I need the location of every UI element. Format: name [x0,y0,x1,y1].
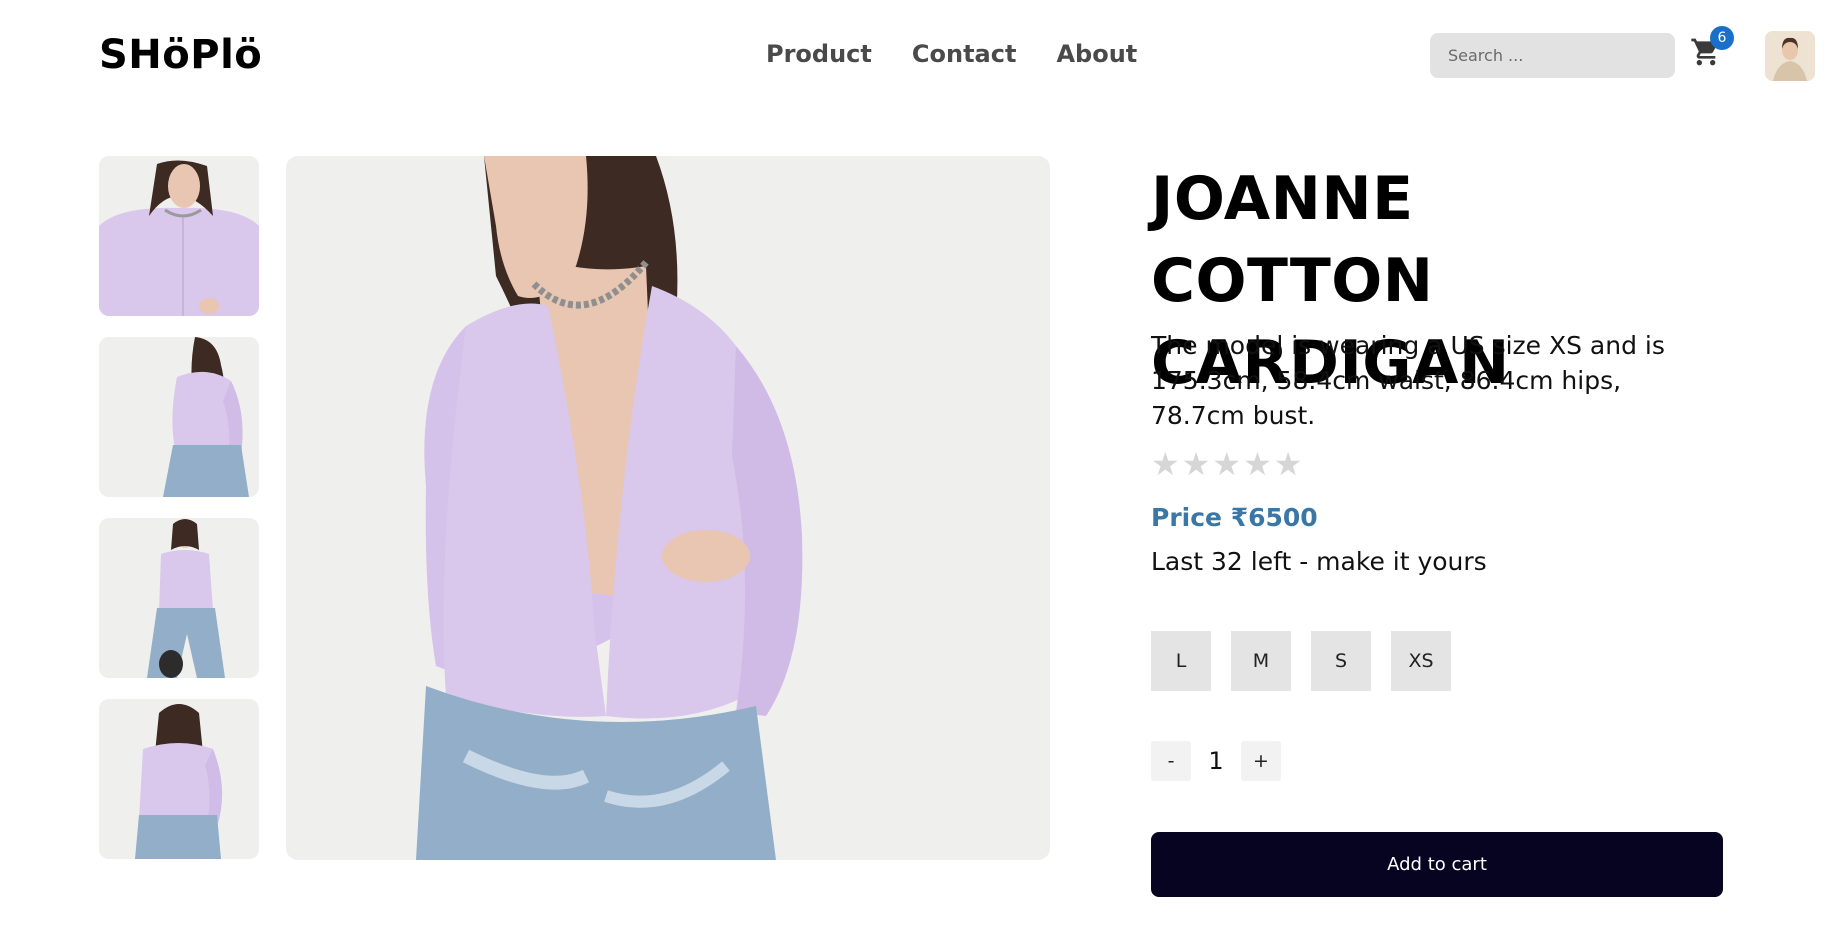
user-avatar[interactable] [1765,31,1815,81]
search-input[interactable] [1430,33,1675,78]
star-icon[interactable]: ★ [1212,448,1241,480]
quantity-stepper: - 1 + [1151,741,1281,781]
star-icon[interactable]: ★ [1151,448,1180,480]
product-main-image [286,156,1050,860]
nav-product-link[interactable]: Product [766,40,872,68]
size-selector: L M S XS [1151,631,1451,691]
nav-contact-link[interactable]: Contact [912,40,1017,68]
cart-count-badge: 6 [1710,26,1734,50]
star-icon[interactable]: ★ [1243,448,1272,480]
product-thumbnail-2[interactable] [99,337,259,497]
product-thumbnail-4[interactable] [99,699,259,859]
size-option-l[interactable]: L [1151,631,1211,691]
nav-about-link[interactable]: About [1056,40,1137,68]
site-logo[interactable]: SHöPlö [99,32,262,78]
add-to-cart-button[interactable]: Add to cart [1151,832,1723,897]
site-header: SHöPlö Product Contact About 6 [0,0,1835,112]
size-option-xs[interactable]: XS [1391,631,1451,691]
stock-status: Last 32 left - make it yours [1151,547,1487,576]
product-thumbnail-3[interactable] [99,518,259,678]
product-description: The model is wearing a US size XS and is… [1151,331,1665,430]
size-option-m[interactable]: M [1231,631,1291,691]
increase-quantity-button[interactable]: + [1241,741,1281,781]
decrease-quantity-button[interactable]: - [1151,741,1191,781]
main-nav: Product Contact About [766,40,1137,68]
star-icon[interactable]: ★ [1274,448,1303,480]
product-price: Price ₹6500 [1151,503,1318,532]
size-option-s[interactable]: S [1311,631,1371,691]
rating-stars[interactable]: ★ ★ ★ ★ ★ [1151,448,1302,480]
star-icon[interactable]: ★ [1182,448,1211,480]
product-thumbnail-1[interactable] [99,156,259,316]
quantity-value: 1 [1208,747,1224,775]
